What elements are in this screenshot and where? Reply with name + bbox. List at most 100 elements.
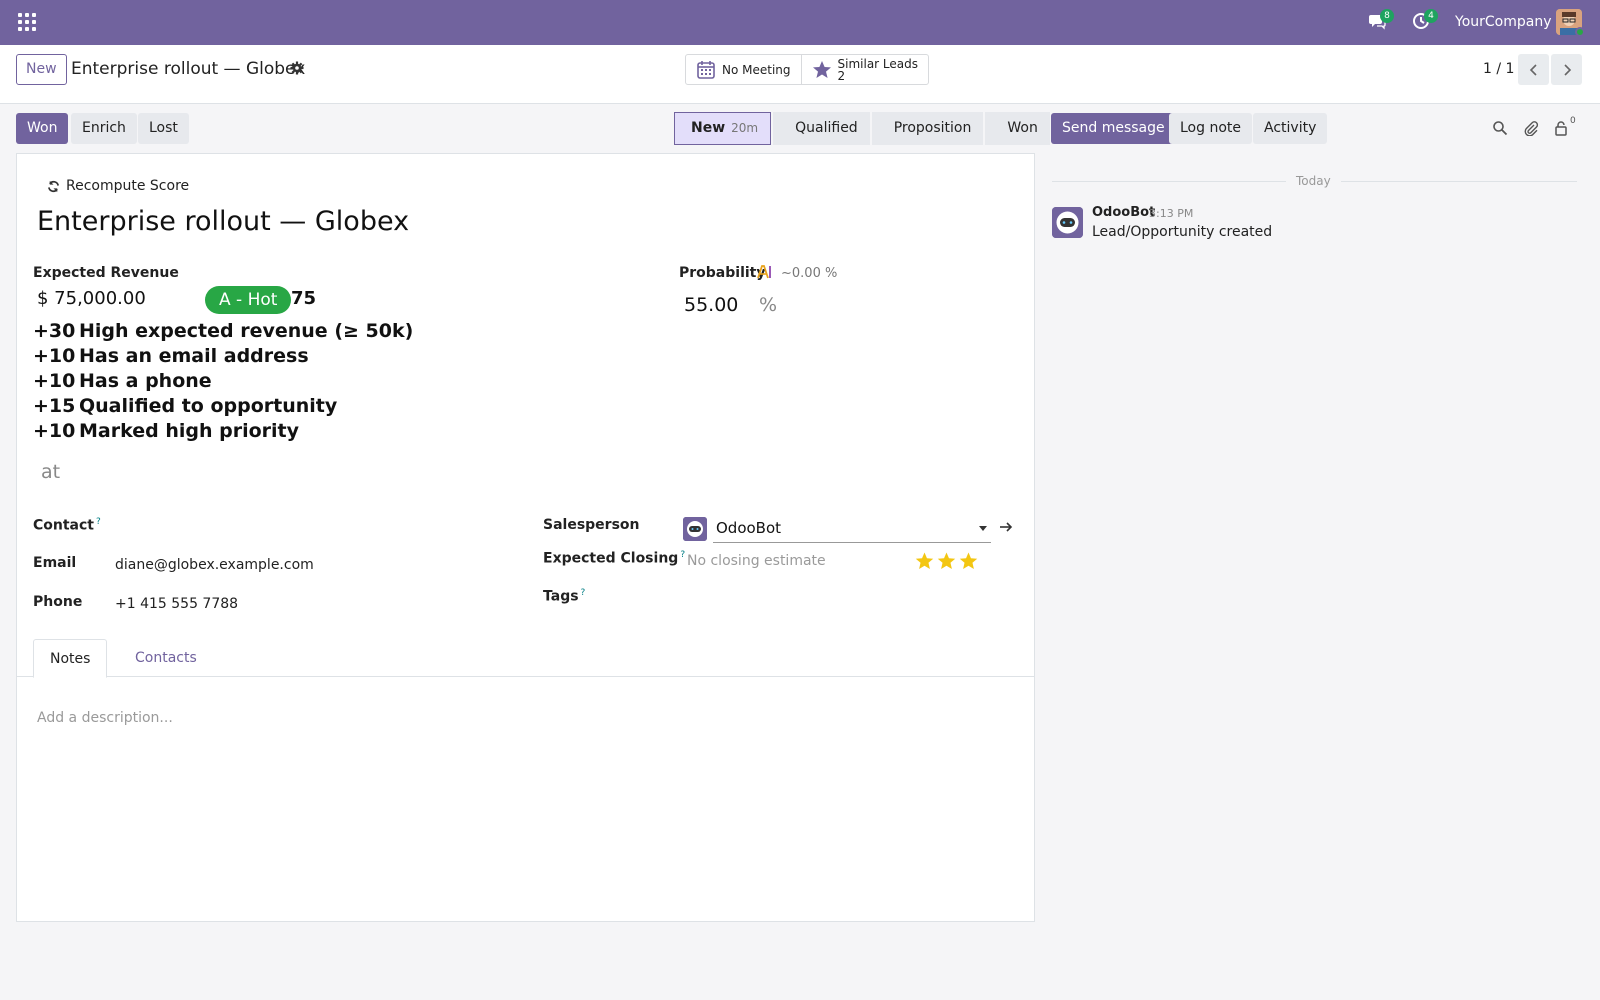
pager-next-button[interactable] [1551, 54, 1582, 85]
priority-stars[interactable] [915, 552, 981, 570]
tags-label-text: Tags [543, 588, 579, 605]
email-field[interactable]: diane@globex.example.com [115, 557, 314, 573]
stage-won[interactable]: Won [985, 112, 1050, 145]
messages-badge: 8 [1380, 9, 1394, 23]
score-value: 75 [291, 288, 317, 309]
activities-badge: 4 [1424, 9, 1438, 23]
calendar-icon [697, 60, 715, 79]
messages-icon[interactable]: 8 [1368, 9, 1394, 32]
score-grade-badge: A - Hot [205, 286, 292, 314]
help-icon[interactable]: ? [680, 550, 685, 560]
stage-proposition[interactable]: Proposition [871, 112, 984, 145]
score-reason-text: Qualified to opportunity [79, 395, 338, 417]
search-icon[interactable] [1492, 120, 1508, 136]
new-record-button[interactable]: New [16, 54, 67, 85]
log-note-button[interactable]: Log note [1169, 113, 1252, 144]
lead-name-field[interactable]: Enterprise rollout — Globex [37, 206, 409, 237]
apps-menu-icon[interactable] [18, 13, 36, 31]
expected-closing-label-text: Expected Closing [543, 550, 679, 567]
paperclip-icon[interactable] [1523, 120, 1539, 136]
star-icon[interactable] [915, 552, 934, 570]
breadcrumb-title: Enterprise rollout — Globex [71, 59, 306, 79]
salesperson-value: OdooBot [716, 519, 782, 537]
salesperson-field[interactable]: OdooBot [713, 515, 991, 543]
similar-leads-count: 2 [837, 68, 846, 83]
salesperson-label: Salesperson [543, 517, 640, 533]
score-reason: +10 Has an email address [33, 344, 413, 369]
email-label: Email [33, 555, 77, 571]
tags-label: Tags? [543, 588, 585, 605]
score-reason: +15 Qualified to opportunity [33, 394, 413, 419]
enrich-button[interactable]: Enrich [71, 113, 137, 144]
score-reason-text: High expected revenue (≥ 50k) [79, 320, 414, 342]
company-switcher[interactable]: YourCompany [1455, 14, 1552, 30]
score-reason-text: Marked high priority [79, 420, 299, 442]
stage-new-label: New [691, 120, 726, 136]
score-reason: +10 Has a phone [33, 369, 413, 394]
refresh-icon [48, 180, 59, 192]
score-reason-points: +10 [33, 345, 76, 367]
notebook-tabs: Notes Contacts [17, 639, 1034, 678]
contact-label: Contact? [33, 517, 101, 534]
stage-pipeline: New 20m Qualified Proposition Won [674, 112, 1052, 145]
similar-leads-smart-button[interactable]: Similar Leads 2 [802, 55, 929, 84]
salesperson-avatar [683, 517, 707, 541]
stage-qualified[interactable]: Qualified [773, 112, 870, 145]
message-time: 3:13 PM [1149, 207, 1194, 220]
contact-label-text: Contact [33, 517, 94, 534]
score-reason-text: Has an email address [79, 345, 309, 367]
gear-icon[interactable] [290, 61, 304, 75]
arrow-right-icon[interactable] [999, 520, 1013, 534]
smart-buttons: No Meeting Similar Leads 2 [685, 54, 930, 85]
followers-count: 0 [1570, 116, 1576, 126]
star-icon[interactable] [959, 552, 978, 570]
pager-value[interactable]: 1 / 1 [1483, 61, 1514, 77]
help-icon[interactable]: ? [581, 588, 586, 598]
probability-unit: % [759, 294, 778, 316]
recompute-score-label: Recompute Score [66, 178, 190, 194]
message-avatar[interactable] [1052, 207, 1083, 238]
control-panel: New Enterprise rollout — Globex No Meeti… [0, 45, 1600, 104]
score-reason-points: +30 [33, 320, 76, 342]
ai-probability[interactable]: ~0.00 % [781, 266, 837, 281]
lost-button[interactable]: Lost [138, 113, 189, 144]
message-author[interactable]: OdooBot [1092, 205, 1155, 220]
activities-icon[interactable]: 4 [1412, 9, 1438, 32]
chevron-left-icon [1529, 63, 1537, 76]
tab-notes[interactable]: Notes [33, 639, 108, 678]
meeting-smart-button[interactable]: No Meeting [686, 55, 802, 84]
ai-icon [757, 265, 771, 279]
score-reason-points: +15 [33, 395, 76, 417]
chevron-down-icon[interactable] [979, 526, 987, 531]
stage-new[interactable]: New 20m [674, 112, 772, 145]
tab-contacts[interactable]: Contacts [119, 639, 213, 678]
score-reason: +30 High expected revenue (≥ 50k) [33, 319, 413, 344]
activity-button[interactable]: Activity [1253, 113, 1328, 144]
help-icon[interactable]: ? [96, 517, 101, 527]
pager-previous-button[interactable] [1518, 54, 1549, 85]
probability-label: Probability [679, 265, 766, 281]
probability-field[interactable]: 55.00 [684, 294, 738, 316]
send-message-button[interactable]: Send message [1051, 113, 1176, 144]
chevron-right-icon [1563, 63, 1571, 76]
score-reason-points: +10 [33, 370, 76, 392]
follower-icon[interactable] [1553, 120, 1569, 136]
online-status-dot [1575, 27, 1585, 37]
top-navbar: 8 4 YourCompany [0, 0, 1600, 45]
message-body: Lead/Opportunity created [1092, 224, 1273, 240]
stray-text: at [41, 461, 61, 483]
form-sheet: Recompute Score Enterprise rollout — Glo… [16, 153, 1035, 922]
won-button[interactable]: Won [16, 113, 69, 144]
star-icon [812, 60, 831, 78]
description-editor[interactable]: Add a description... [37, 710, 173, 726]
expected-closing-field[interactable]: No closing estimate [687, 553, 826, 569]
stage-time-in-stage: 20m [731, 121, 759, 135]
date-separator: Today [1286, 174, 1341, 188]
recompute-score-button[interactable]: Recompute Score [47, 178, 189, 194]
star-icon[interactable] [937, 552, 956, 570]
phone-field[interactable]: +1 415 555 7788 [115, 596, 238, 612]
score-reason-text: Has a phone [79, 370, 212, 392]
expected-revenue-field[interactable]: $ 75,000.00 [37, 288, 146, 309]
phone-label: Phone [33, 594, 83, 610]
expected-closing-label: Expected Closing? [543, 550, 685, 567]
